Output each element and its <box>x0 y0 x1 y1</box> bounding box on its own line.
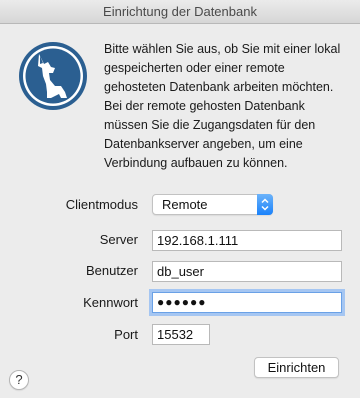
clientmode-value: Remote <box>162 197 208 212</box>
clientmode-label: Clientmodus <box>65 197 138 212</box>
setup-button[interactable]: Einrichten <box>254 357 339 378</box>
server-input[interactable]: 192.168.1.111 <box>152 230 342 251</box>
password-input[interactable]: ●●●●●● <box>152 292 342 313</box>
user-label: Benutzer <box>85 263 138 278</box>
chevron-updown-icon <box>257 194 273 215</box>
setup-dialog: Einrichtung der Datenbank Bitte wählen S… <box>0 0 360 398</box>
clientmode-select[interactable]: Remote <box>152 194 273 215</box>
password-label: Kennwort <box>83 295 138 310</box>
dog-logo-icon <box>19 42 87 110</box>
port-label: Port <box>114 327 138 342</box>
server-label: Server <box>99 232 138 247</box>
user-input[interactable]: db_user <box>152 261 342 282</box>
description-text: Bitte wählen Sie aus, ob Sie mit einer l… <box>104 42 341 170</box>
help-icon[interactable]: ? <box>9 370 29 390</box>
port-input[interactable]: 15532 <box>152 324 210 345</box>
window-title: Einrichtung der Datenbank <box>0 0 360 24</box>
